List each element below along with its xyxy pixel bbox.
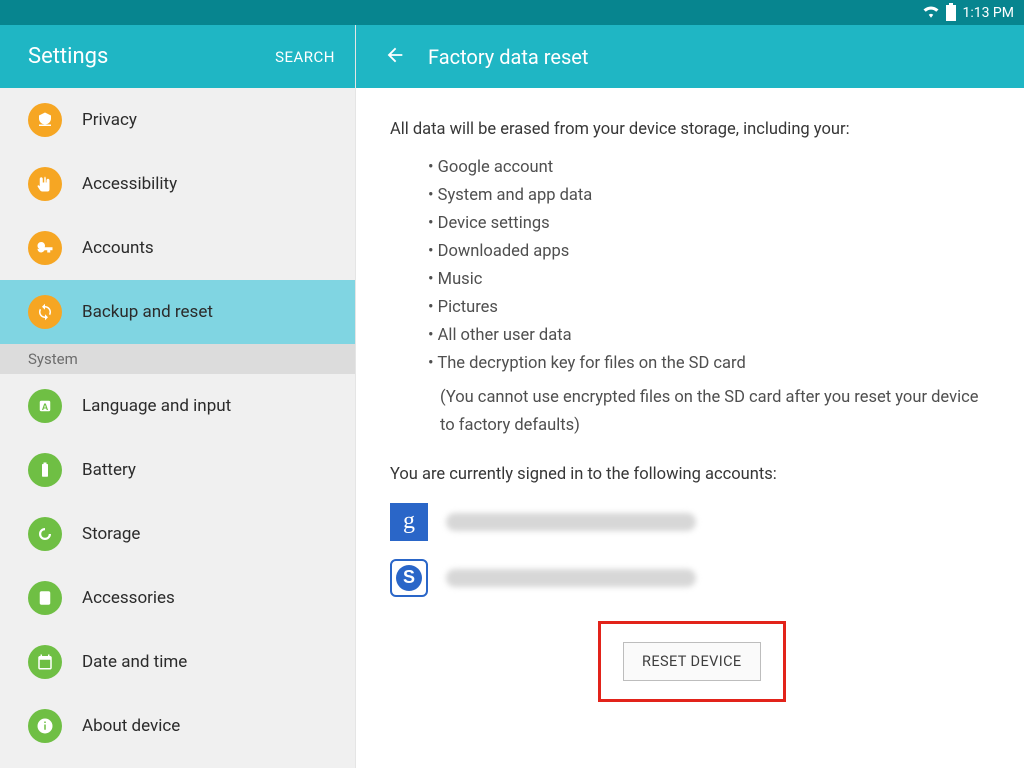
sidebar-item-privacy[interactable]: Privacy	[0, 88, 355, 152]
sidebar-item-accessibility[interactable]: Accessibility	[0, 152, 355, 216]
erase-item: Device settings	[428, 210, 990, 238]
erase-list: Google account System and app data Devic…	[390, 154, 990, 378]
sidebar-item-label: About device	[82, 716, 180, 736]
sidebar-item-language[interactable]: A Language and input	[0, 374, 355, 438]
erase-item: Pictures	[428, 294, 990, 322]
battery-icon	[946, 5, 956, 21]
erase-item: System and app data	[428, 182, 990, 210]
hand-icon	[28, 167, 62, 201]
sidebar-item-date-time[interactable]: Date and time	[0, 630, 355, 694]
account-email-redacted	[446, 569, 696, 587]
sidebar-item-storage[interactable]: Storage	[0, 502, 355, 566]
account-row-samsung: S	[390, 559, 990, 597]
date-icon	[28, 645, 62, 679]
battery-icon	[28, 453, 62, 487]
reset-highlight-box: RESET DEVICE	[598, 621, 786, 702]
sidebar-list: Privacy Accessibility Accounts Backup an…	[0, 88, 355, 768]
status-time: 1:13 PM	[962, 5, 1014, 21]
sidebar-title: Settings	[28, 44, 108, 69]
sidebar-section-system: System	[0, 344, 355, 374]
settings-sidebar: Settings SEARCH Privacy Accessibility	[0, 25, 356, 768]
language-icon: A	[28, 389, 62, 423]
wifi-icon	[922, 4, 940, 22]
storage-icon	[28, 517, 62, 551]
sidebar-item-about[interactable]: About device	[0, 694, 355, 758]
content-body: All data will be erased from your device…	[356, 88, 1024, 768]
sidebar-item-label: Date and time	[82, 652, 187, 672]
erase-item: The decryption key for files on the SD c…	[428, 350, 990, 378]
sidebar-item-battery[interactable]: Battery	[0, 438, 355, 502]
sidebar-item-backup-reset[interactable]: Backup and reset	[0, 280, 355, 344]
info-icon	[28, 709, 62, 743]
search-button[interactable]: SEARCH	[275, 48, 335, 66]
sidebar-item-label: Backup and reset	[82, 302, 213, 322]
account-row-google: g	[390, 503, 990, 541]
sidebar-item-label: Accessories	[82, 588, 175, 608]
erase-item: Music	[428, 266, 990, 294]
status-bar: 1:13 PM	[0, 0, 1024, 25]
erase-item: All other user data	[428, 322, 990, 350]
intro-text: All data will be erased from your device…	[390, 116, 990, 144]
sidebar-item-label: Battery	[82, 460, 136, 480]
svg-text:A: A	[42, 402, 49, 412]
account-email-redacted	[446, 513, 696, 531]
key-icon	[28, 231, 62, 265]
erase-item: Downloaded apps	[428, 238, 990, 266]
sidebar-item-accounts[interactable]: Accounts	[0, 216, 355, 280]
sidebar-item-label: Privacy	[82, 110, 137, 130]
reset-device-button[interactable]: RESET DEVICE	[623, 642, 761, 681]
privacy-icon	[28, 103, 62, 137]
content-header: Factory data reset	[356, 25, 1024, 88]
erase-item: Google account	[428, 154, 990, 182]
sidebar-item-label: Language and input	[82, 396, 231, 416]
sidebar-item-label: Accounts	[82, 238, 154, 258]
sidebar-item-label: Accessibility	[82, 174, 177, 194]
content-pane: Factory data reset All data will be eras…	[356, 25, 1024, 768]
sidebar-item-label: Storage	[82, 524, 140, 544]
page-title: Factory data reset	[428, 45, 588, 69]
google-account-icon: g	[390, 503, 428, 541]
sidebar-header: Settings SEARCH	[0, 25, 355, 88]
signed-in-label: You are currently signed in to the follo…	[390, 461, 990, 489]
back-button[interactable]	[384, 44, 406, 70]
samsung-account-icon: S	[390, 559, 428, 597]
sidebar-item-accessories[interactable]: Accessories	[0, 566, 355, 630]
sd-card-note: (You cannot use encrypted files on the S…	[390, 384, 990, 440]
accessories-icon	[28, 581, 62, 615]
backup-icon	[28, 295, 62, 329]
